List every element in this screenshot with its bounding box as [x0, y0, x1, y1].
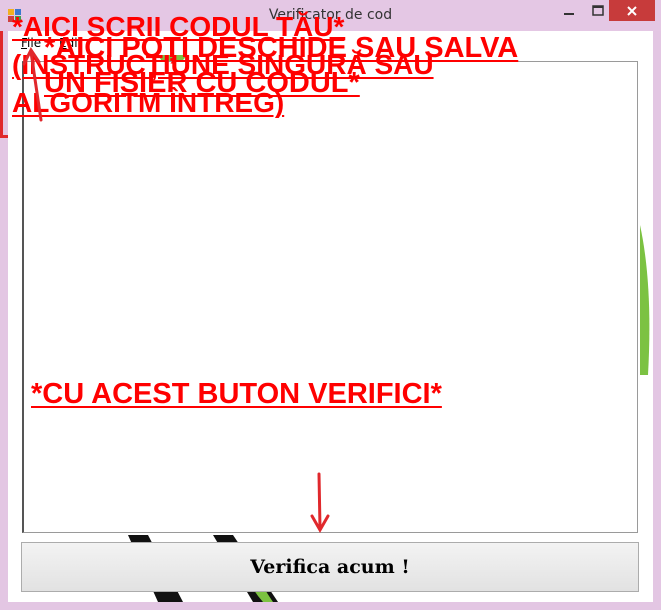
annotation-code-line1: *AICI SCRII CODUL TĂU* — [12, 11, 345, 42]
maximize-button[interactable] — [584, 1, 612, 21]
annotation-verify-button: *CU ACEST BUTON VERIFICI* — [31, 377, 442, 412]
annotation-code-line3: ALGORITM ÎNTREG) — [12, 87, 285, 118]
minimize-icon — [564, 13, 574, 15]
close-button[interactable] — [609, 0, 655, 21]
close-icon — [627, 5, 637, 16]
app-window: Verificator de cod File Edit Verifica ac… — [0, 0, 661, 610]
annotation-code-line2: (INSTRUCȚIUNE SINGURĂ SAU — [12, 49, 434, 80]
maximize-icon — [592, 5, 604, 16]
annotation-code-text: *AICI SCRII CODUL TĂU* (INSTRUCȚIUNE SIN… — [12, 8, 434, 122]
code-editor[interactable] — [22, 61, 638, 533]
client-area: Verifica acum ! — [8, 55, 653, 602]
annotation-button-line: *CU ACEST BUTON VERIFICI* — [31, 378, 442, 410]
minimize-button[interactable] — [555, 1, 583, 21]
verify-button[interactable]: Verifica acum ! — [21, 542, 639, 592]
